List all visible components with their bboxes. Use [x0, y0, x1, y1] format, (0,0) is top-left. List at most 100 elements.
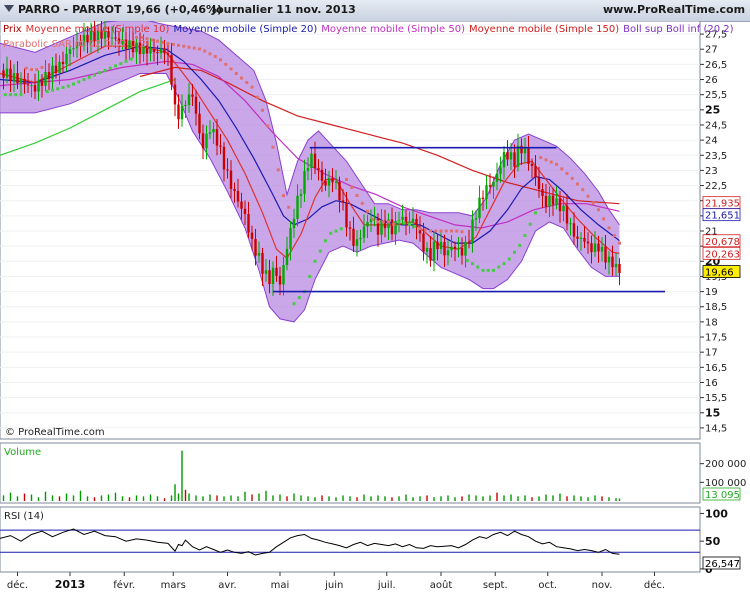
rsi-title: RSI (14) — [4, 511, 44, 522]
sar-dot — [618, 241, 621, 245]
sar-dot — [129, 57, 133, 61]
sar-dot — [518, 243, 522, 247]
candle-body — [58, 61, 61, 73]
sar-dot — [602, 217, 606, 221]
candle-body — [576, 236, 579, 239]
candle-body — [537, 177, 541, 189]
sar-dot — [14, 93, 18, 97]
candle-body — [548, 195, 551, 207]
candle-body — [327, 178, 331, 186]
sar-dot — [40, 65, 44, 69]
candle-body — [152, 49, 156, 53]
sar-dot — [66, 84, 70, 88]
sar-dot — [418, 227, 422, 231]
sar-dot — [219, 58, 222, 62]
x-tick-label: 2013 — [55, 578, 86, 591]
rsi-last-value: 26,547 — [705, 559, 740, 570]
price-tick-label: 26,5 — [705, 60, 727, 71]
sar-dot — [497, 265, 501, 269]
candle-body — [187, 94, 191, 105]
sar-dot — [77, 80, 81, 84]
candle-body — [527, 147, 530, 164]
candle-body — [492, 181, 495, 187]
sar-dot — [177, 43, 180, 47]
candle-body — [247, 213, 250, 233]
legend-item: Moyenne mobile (Simple 20) — [173, 24, 317, 35]
sar-dot — [450, 229, 453, 233]
candle-body — [212, 129, 215, 133]
candle-body — [303, 171, 306, 194]
badge-text: 19,66 — [705, 268, 734, 279]
x-tick-label: déc. — [644, 579, 665, 591]
candle-body — [285, 248, 289, 266]
menu-triangle-icon[interactable] — [4, 5, 14, 12]
sar-dot — [528, 222, 532, 226]
rsi-tick-label: 100 — [705, 507, 728, 520]
candle-body — [583, 237, 586, 242]
candle-body — [334, 181, 338, 183]
candle-body — [54, 65, 58, 73]
candle-body — [590, 243, 593, 253]
sar-dot — [339, 227, 343, 231]
candle-body — [457, 248, 460, 250]
sar-dot — [465, 259, 469, 263]
price-tick-label: 23 — [705, 166, 718, 177]
sar-dot — [261, 108, 264, 112]
sar-dot — [371, 217, 375, 221]
sar-dot — [486, 268, 490, 272]
sar-dot — [156, 39, 159, 43]
candle-body — [16, 73, 19, 84]
sar-dot — [481, 268, 485, 272]
candle-body — [579, 237, 583, 239]
candle-body — [278, 275, 282, 285]
sar-dot — [234, 71, 238, 75]
candle-body — [44, 71, 47, 86]
sar-dot — [150, 38, 154, 42]
candle-body — [485, 185, 488, 199]
sar-dot — [182, 44, 186, 48]
candle-body — [208, 132, 212, 134]
sar-dot — [24, 66, 28, 70]
candle-body — [401, 216, 404, 220]
candle-body — [163, 48, 166, 54]
sar-dot — [45, 89, 49, 93]
sar-dot — [402, 221, 406, 225]
candle-body — [443, 241, 446, 256]
sar-dot — [276, 168, 280, 172]
candle-body — [51, 65, 54, 79]
candle-body — [47, 71, 51, 79]
x-tick-label: sept. — [483, 580, 508, 591]
price-badges: 21,93521,651 20,67820,263 19,66 — [702, 196, 741, 279]
sar-dot — [507, 257, 511, 261]
sar-dot — [324, 239, 327, 243]
site-label: www.ProRealTime.com — [603, 3, 746, 16]
candle-body — [243, 208, 247, 214]
sar-dot — [376, 220, 380, 224]
price-tick-label: 22,5 — [705, 181, 727, 192]
price-badge: 20,263 — [702, 246, 741, 260]
candle-body — [502, 152, 506, 168]
sar-dot — [408, 222, 411, 226]
candle-body — [474, 218, 478, 220]
candle-body — [198, 113, 201, 134]
candle-body — [240, 201, 243, 209]
candle-body — [299, 193, 303, 196]
candle-body — [464, 241, 467, 256]
price-tick-label: 25 — [705, 103, 720, 116]
candle-body — [523, 147, 527, 154]
volume-panel — [0, 442, 701, 504]
sar-dot — [287, 205, 291, 209]
candle-body — [19, 78, 23, 84]
period-label: Journalier 11 nov. 2013 — [212, 3, 356, 16]
sar-dot — [98, 71, 102, 75]
candle-body — [439, 241, 443, 250]
price-tick-label: 24 — [705, 136, 718, 147]
sar-dot — [308, 274, 312, 278]
sar-dot — [245, 81, 249, 85]
x-tick-label: juin — [324, 580, 343, 591]
candle-body — [33, 85, 37, 92]
candle-body — [586, 241, 590, 244]
candle-body — [236, 190, 240, 202]
price-tick-label: 26 — [705, 75, 718, 86]
price-tick-label: 17,5 — [705, 333, 727, 344]
